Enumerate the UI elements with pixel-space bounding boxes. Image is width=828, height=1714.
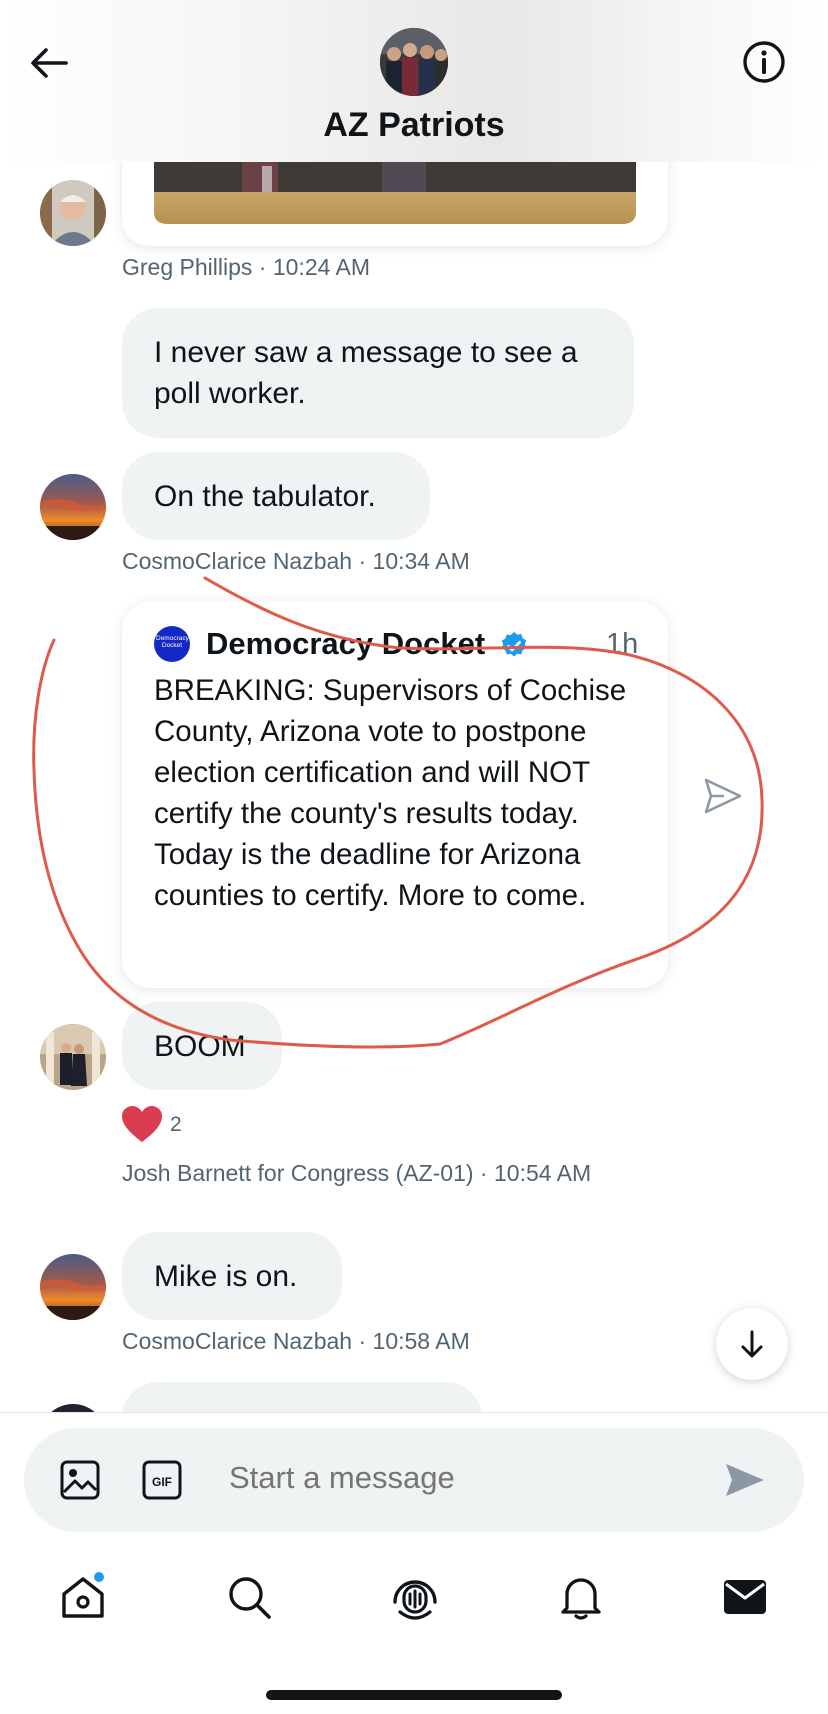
home-indicator <box>266 1690 562 1700</box>
message-meta: Greg Phillips · 10:24 AM <box>122 254 370 281</box>
info-icon <box>743 41 785 83</box>
info-button[interactable] <box>740 38 788 86</box>
heart-icon <box>122 1106 162 1142</box>
message-text: On the tabulator. <box>154 480 376 513</box>
sender-name: Josh Barnett for Congress (AZ-01) <box>122 1160 474 1186</box>
timestamp: 10:34 AM <box>372 548 470 574</box>
home-icon <box>62 1572 104 1618</box>
sunset-avatar-photo <box>40 1254 106 1320</box>
tab-search[interactable] <box>224 1572 274 1622</box>
avatar-partial <box>40 1404 106 1412</box>
group-photo <box>380 28 448 96</box>
meta-separator: · <box>258 254 273 280</box>
message-bubble[interactable]: I never saw a message to see a poll work… <box>122 308 634 438</box>
messages-icon <box>724 1580 766 1614</box>
add-gif-button[interactable]: GIF <box>140 1458 184 1502</box>
back-arrow-icon <box>31 48 68 78</box>
message-bubble[interactable]: On the tabulator. <box>122 452 430 540</box>
arrow-down-icon <box>741 1330 763 1358</box>
message-text: Mike is on. <box>154 1260 298 1293</box>
avatar-greg-phillips[interactable] <box>40 180 106 246</box>
composer-divider <box>0 1412 828 1413</box>
message-meta: CosmoClarice Nazbah · 10:58 AM <box>122 1328 470 1355</box>
message-text: I never saw a message to see a poll work… <box>154 336 578 410</box>
tweet-age: 1h <box>606 628 639 660</box>
message-meta: CosmoClarice Nazbah · 10:34 AM <box>122 548 470 575</box>
tweet-body: BREAKING: Supervisors of Cochise County,… <box>154 674 627 912</box>
conversation-header: AZ Patriots <box>0 0 828 162</box>
reaction-count: 2 <box>170 1113 182 1136</box>
verified-badge-icon <box>501 632 527 657</box>
avatar-cosmoclarice[interactable] <box>40 474 106 540</box>
svg-text:GIF: GIF <box>152 1475 172 1489</box>
add-image-button[interactable] <box>58 1458 102 1502</box>
send-outline-icon <box>704 778 742 814</box>
message-bubble[interactable]: BOOM <box>122 1002 282 1090</box>
avatar-photo <box>40 180 106 246</box>
conversation-title: AZ Patriots <box>323 106 505 144</box>
spaces-icon <box>393 1580 437 1620</box>
avatar-cosmoclarice[interactable] <box>40 1254 106 1320</box>
avatar-logo-text: Democracy Docket <box>156 635 189 649</box>
timestamp: 10:54 AM <box>493 1160 592 1186</box>
tab-home[interactable] <box>58 1572 108 1622</box>
group-avatar[interactable] <box>380 28 448 96</box>
tweet-author-avatar: Democracy Docket <box>154 626 190 662</box>
search-icon <box>229 1577 271 1619</box>
back-button[interactable] <box>26 40 72 86</box>
send-icon <box>726 1464 764 1496</box>
message-meta: Josh Barnett for Congress (AZ-01) · 10:5… <box>122 1160 591 1187</box>
tab-notifications[interactable] <box>556 1572 606 1622</box>
reaction-heart[interactable] <box>120 1104 164 1144</box>
message-bubble[interactable]: Mike is on. <box>122 1232 342 1320</box>
timestamp: 10:58 AM <box>372 1328 470 1354</box>
notifications-icon <box>561 1578 601 1620</box>
sender-name: CosmoClarice Nazbah <box>122 1328 353 1354</box>
send-button[interactable] <box>722 1458 766 1502</box>
tab-messages[interactable] <box>720 1572 770 1622</box>
avatar-josh-barnett[interactable] <box>40 1024 106 1090</box>
timestamp: 10:24 AM <box>272 254 371 280</box>
avatar-photo <box>40 1024 106 1090</box>
meta-separator: · <box>358 1328 373 1354</box>
meta-separator: · <box>358 548 373 574</box>
sender-name: CosmoClarice Nazbah <box>122 548 353 574</box>
meta-separator: · <box>479 1160 494 1186</box>
message-input[interactable] <box>229 1460 709 1496</box>
scroll-to-bottom-button[interactable] <box>716 1308 788 1380</box>
tab-spaces[interactable] <box>390 1572 440 1622</box>
sender-name: Greg Phillips <box>122 254 253 280</box>
tweet-author-name: Democracy Docket <box>206 626 486 661</box>
gif-icon: GIF <box>142 1460 182 1500</box>
message-text: BOOM <box>154 1030 246 1063</box>
sunset-avatar-photo <box>40 474 106 540</box>
share-tweet-button[interactable] <box>700 774 744 818</box>
message-composer: GIF <box>24 1428 804 1532</box>
shared-tweet-card[interactable]: Democracy Docket Democracy Docket 1h BRE… <box>122 602 668 988</box>
image-icon <box>60 1460 100 1500</box>
message-bubble-partial <box>122 1382 482 1412</box>
